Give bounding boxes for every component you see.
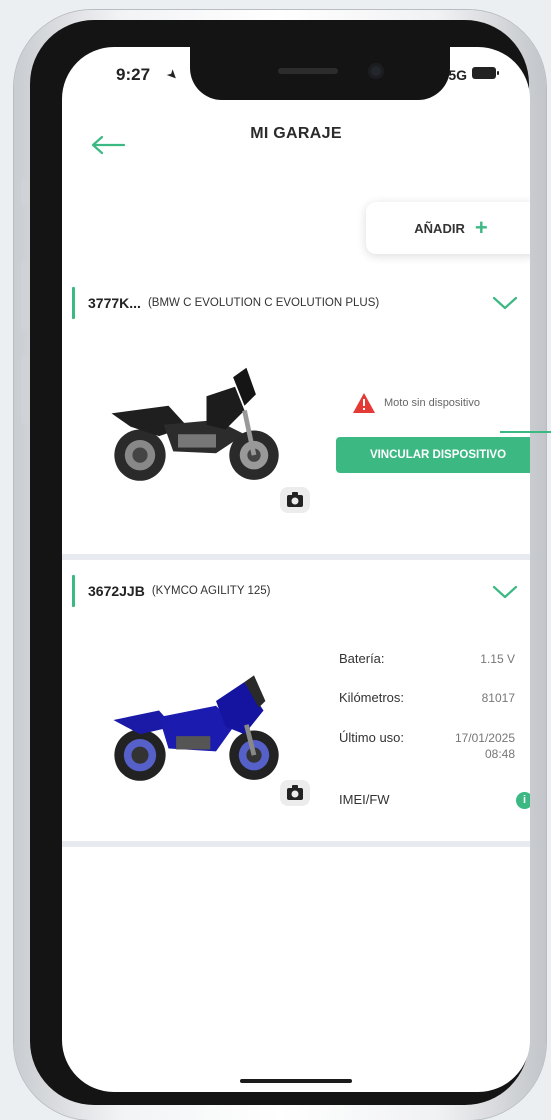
battery-icon	[472, 67, 499, 79]
earpiece	[278, 68, 338, 74]
last-use-label: Último uso:	[339, 730, 405, 745]
volume-down-button	[21, 355, 29, 425]
battery-label: Batería:	[339, 651, 385, 666]
add-vehicle-button[interactable]: AÑADIR +	[366, 202, 530, 254]
card-divider	[62, 554, 530, 560]
plus-icon: +	[474, 215, 488, 240]
link-device-button[interactable]: VINCULAR DISPOSITIVO	[336, 437, 530, 473]
location-icon: ➤	[163, 65, 182, 84]
info-icon[interactable]: i	[516, 792, 530, 809]
last-use-time: 08:48	[484, 747, 515, 761]
km-label: Kilómetros:	[339, 690, 405, 705]
silent-switch	[21, 178, 29, 206]
camera-icon[interactable]	[280, 780, 310, 806]
chevron-down-icon[interactable]	[492, 584, 518, 600]
callout-line	[500, 431, 551, 433]
vehicle-model: (KYMCO AGILITY 125)	[151, 585, 271, 597]
phone-frame: 9:27 ➤ 5G MI GARAJE AÑADIR + 3777K... (B…	[14, 10, 546, 1120]
network-indicator: 5G	[448, 67, 467, 83]
vehicle-model: (BMW C EVOLUTION C EVOLUTION PLUS)	[147, 297, 380, 309]
card-divider	[62, 841, 530, 847]
front-camera	[368, 63, 384, 79]
warning-icon	[353, 393, 375, 413]
battery-value: 1.15 V	[480, 652, 515, 666]
camera-icon[interactable]	[280, 487, 310, 513]
vehicle-card-header[interactable]: 3777K... (BMW C EVOLUTION C EVOLUTION PL…	[62, 288, 530, 318]
vehicle-plate: 3672JJB	[88, 583, 145, 599]
notch	[190, 47, 450, 100]
vehicle-plate: 3777K...	[88, 295, 141, 311]
vehicle-card-header[interactable]: 3672JJB (KYMCO AGILITY 125)	[62, 576, 530, 606]
phone-bezel: 9:27 ➤ 5G MI GARAJE AÑADIR + 3777K... (B…	[30, 20, 530, 1105]
motorcycle-image	[111, 367, 279, 481]
km-value: 81017	[481, 691, 515, 705]
home-indicator	[240, 1079, 352, 1083]
add-button-label: AÑADIR	[414, 220, 465, 236]
last-use-date: 17/01/2025	[454, 731, 515, 745]
status-time: 9:27	[116, 65, 151, 84]
no-device-warning: Moto sin dispositivo	[352, 392, 480, 414]
imei-label: IMEI/FW	[339, 792, 390, 807]
page-title: MI GARAJE	[250, 125, 342, 142]
chevron-down-icon[interactable]	[492, 295, 518, 311]
app-screen: 9:27 ➤ 5G MI GARAJE AÑADIR + 3777K... (B…	[62, 47, 530, 1092]
motorcycle-image	[113, 675, 279, 781]
warning-text: Moto sin dispositivo	[384, 397, 480, 409]
volume-up-button	[21, 260, 29, 330]
